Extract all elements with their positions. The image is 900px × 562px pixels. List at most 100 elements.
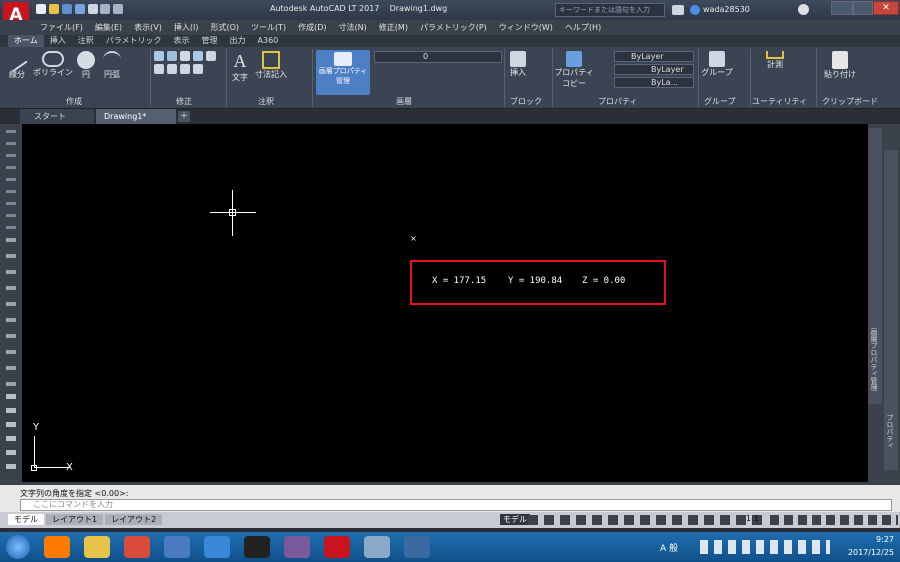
- paste-button[interactable]: 貼り付け: [820, 51, 860, 80]
- ie-icon[interactable]: [204, 536, 230, 558]
- character-app-icon[interactable]: [284, 536, 310, 558]
- layer-dropdown[interactable]: 0: [374, 51, 502, 63]
- circle-button[interactable]: 円: [76, 51, 96, 80]
- system-tray-icons[interactable]: [700, 540, 830, 554]
- chrome-icon[interactable]: [124, 536, 150, 558]
- ribbon-tab[interactable]: A360: [252, 35, 285, 47]
- fillet-icon[interactable]: [154, 64, 164, 74]
- ribbon-tab[interactable]: パラメトリック: [100, 35, 168, 47]
- ribbon-tab[interactable]: 出力: [224, 35, 252, 47]
- layer-palette-strip[interactable]: 画層プロパティ管理: [868, 128, 882, 404]
- stretch-icon[interactable]: [166, 64, 177, 74]
- ribbon-tab[interactable]: 表示: [168, 35, 196, 47]
- autocad-taskbar-icon[interactable]: [324, 536, 350, 558]
- annotation-scale[interactable]: 1:1: [746, 514, 759, 523]
- menu-item[interactable]: 作成(D): [298, 20, 326, 35]
- dimension-button[interactable]: 寸法記入: [254, 51, 288, 80]
- copy-icon[interactable]: [192, 51, 203, 61]
- model-space-toggle[interactable]: モデル: [500, 514, 530, 525]
- group-panel-title[interactable]: グループ: [704, 96, 736, 107]
- menu-item[interactable]: ファイル(F): [40, 20, 83, 35]
- tool-icons-top[interactable]: [6, 130, 16, 230]
- drawing-canvas[interactable]: × X = 177.15 Y = 190.84 Z = 0.00 Y X: [22, 124, 868, 482]
- new-icon[interactable]: [36, 4, 46, 14]
- clock-time[interactable]: 9:27: [850, 535, 894, 544]
- minimize-button[interactable]: [831, 1, 853, 15]
- saveas-icon[interactable]: [74, 4, 85, 14]
- scale-icon[interactable]: [179, 64, 190, 74]
- trim-icon[interactable]: [179, 51, 190, 61]
- binoculars-icon[interactable]: [672, 5, 684, 15]
- color-dropdown[interactable]: ByLayer: [614, 51, 694, 62]
- status-icons-right[interactable]: [770, 515, 898, 525]
- ribbon-tab[interactable]: ホーム: [8, 35, 44, 47]
- open-icon[interactable]: [48, 4, 59, 14]
- annotation-panel-title[interactable]: 注釈: [258, 96, 274, 107]
- start-button[interactable]: [6, 535, 30, 559]
- group-button[interactable]: グループ: [700, 51, 734, 78]
- close-button[interactable]: ✕: [873, 1, 899, 15]
- layout-tab[interactable]: モデル: [8, 514, 44, 525]
- menu-item[interactable]: 編集(E): [95, 20, 122, 35]
- new-tab-button[interactable]: +: [178, 111, 190, 122]
- text-button[interactable]: A 文字: [230, 51, 250, 83]
- undo-icon[interactable]: [100, 4, 111, 14]
- layout-tab[interactable]: レイアウト2: [105, 514, 163, 525]
- move-icon[interactable]: [154, 51, 164, 61]
- insert-block-button[interactable]: 挿入: [508, 51, 528, 78]
- layout-tab[interactable]: レイアウト1: [46, 514, 104, 525]
- polyline-button[interactable]: ポリライン: [32, 51, 74, 78]
- tab-start[interactable]: スタート: [20, 109, 94, 124]
- properties-panel-title[interactable]: プロパティ: [598, 96, 638, 107]
- tool-icons-bottom[interactable]: [6, 394, 16, 474]
- clipboard-panel-title[interactable]: クリップボード: [822, 96, 878, 107]
- command-input[interactable]: ここにコマンドを入力: [20, 499, 892, 511]
- tool-icons-middle[interactable]: [6, 238, 16, 388]
- menu-item[interactable]: 挿入(I): [174, 20, 199, 35]
- maximize-button[interactable]: [853, 1, 873, 15]
- menu-item[interactable]: 寸法(N): [339, 20, 367, 35]
- lineweight-dropdown[interactable]: ByLa...: [614, 77, 694, 88]
- menu-item[interactable]: 表示(V): [134, 20, 162, 35]
- line-button[interactable]: 線分: [2, 47, 28, 80]
- user-name[interactable]: wada28530: [703, 5, 750, 14]
- redo-icon[interactable]: [113, 4, 124, 14]
- search-box[interactable]: キーワードまたは語句を入力: [555, 3, 665, 17]
- ribbon-tab[interactable]: 注釈: [72, 35, 100, 47]
- ribbon-tab[interactable]: 管理: [196, 35, 224, 47]
- utilities-panel-title[interactable]: ユーティリティ: [752, 96, 807, 107]
- rotate-icon[interactable]: [166, 51, 177, 61]
- layer-panel-title[interactable]: 画層: [396, 96, 412, 107]
- menu-item[interactable]: パラメトリック(P): [420, 20, 487, 35]
- draw-panel-title[interactable]: 作成: [66, 96, 82, 107]
- drafting-toggles[interactable]: [528, 515, 768, 525]
- clock-date[interactable]: 2017/12/25: [840, 548, 894, 557]
- modify-panel-title[interactable]: 修正: [176, 96, 192, 107]
- mirror-icon[interactable]: [205, 51, 216, 61]
- paint-icon[interactable]: [364, 536, 390, 558]
- window-app-icon[interactable]: [404, 536, 430, 558]
- array-icon[interactable]: [192, 64, 203, 74]
- menu-item[interactable]: 修正(M): [379, 20, 408, 35]
- ribbon-tab[interactable]: 挿入: [44, 35, 72, 47]
- tab-drawing1[interactable]: Drawing1*: [96, 109, 176, 124]
- thunderbird-icon[interactable]: [164, 536, 190, 558]
- menu-item[interactable]: 形式(O): [210, 20, 239, 35]
- linetype-dropdown[interactable]: ByLayer: [614, 64, 694, 75]
- measure-button[interactable]: 計測: [760, 51, 790, 70]
- properties-palette-strip[interactable]: プロパティ: [884, 150, 898, 470]
- print-icon[interactable]: [87, 4, 98, 14]
- save-icon[interactable]: [61, 4, 72, 14]
- arc-button[interactable]: 円弧: [100, 51, 124, 80]
- media-player-icon[interactable]: [44, 536, 70, 558]
- block-panel-title[interactable]: ブロック: [510, 96, 542, 107]
- layer-properties-button[interactable]: 画層プロパティ 管理: [316, 50, 370, 95]
- menu-item[interactable]: ヘルプ(H): [565, 20, 601, 35]
- explorer-icon[interactable]: [84, 536, 110, 558]
- hpb-icon[interactable]: [244, 536, 270, 558]
- ime-indicator[interactable]: A 般: [660, 541, 678, 554]
- help-icon[interactable]: [798, 4, 809, 15]
- menu-item[interactable]: ツール(T): [251, 20, 286, 35]
- menu-item[interactable]: ウィンドウ(W): [499, 20, 553, 35]
- match-properties-button[interactable]: プロパティ コピー: [554, 51, 594, 89]
